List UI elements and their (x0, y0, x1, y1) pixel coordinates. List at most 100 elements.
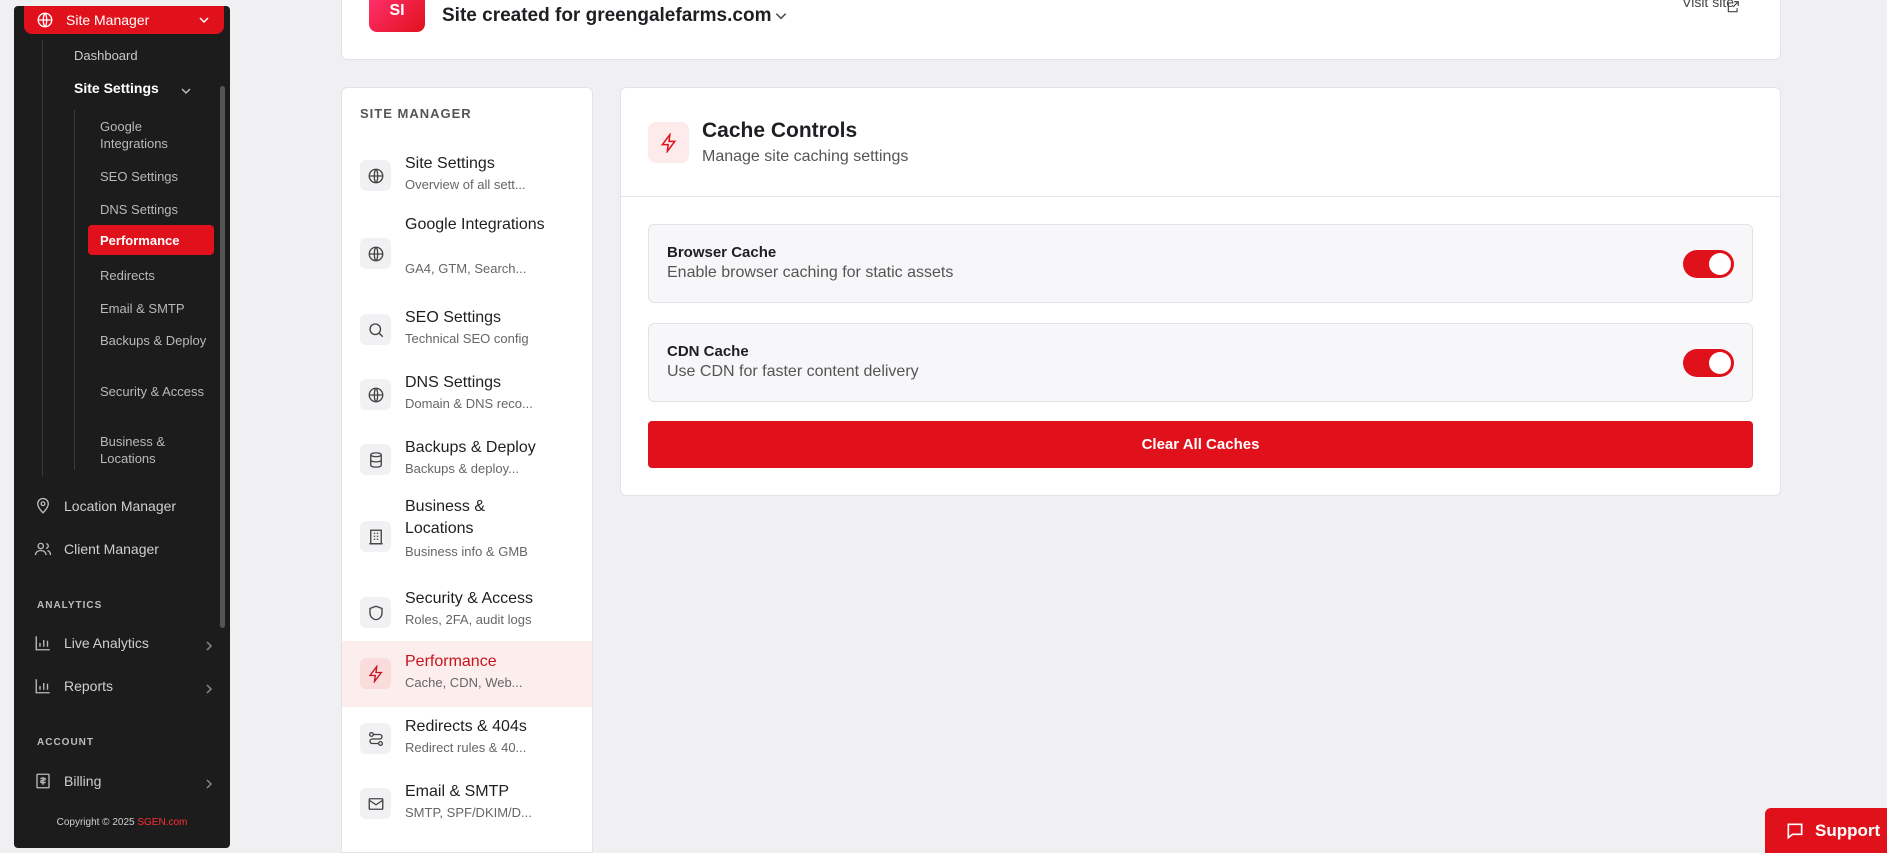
sidebar-item-site-settings[interactable]: Site Settings (74, 80, 159, 96)
nav-item-google-integrations[interactable]: Google Integrations GA4, GTM, Search... (342, 210, 592, 298)
nav-item-subtitle: Domain & DNS reco... (405, 396, 533, 411)
nav-item-dns-settings[interactable]: DNS Settings Domain & DNS reco... (342, 362, 592, 428)
sidebar-subitem-backups-deploy[interactable]: Backups & Deploy (100, 332, 212, 349)
tree-line (74, 110, 75, 470)
sidebar-subitem-performance[interactable]: Performance (88, 225, 214, 255)
nav-item-subtitle: Redirect rules & 40... (405, 740, 527, 755)
mail-icon (360, 788, 391, 819)
external-link-icon[interactable] (1726, 0, 1740, 14)
nav-item-seo-settings[interactable]: SEO Settings Technical SEO config (342, 298, 592, 362)
site-avatar: SI (369, 0, 425, 32)
shield-icon (360, 597, 391, 628)
bar-chart-icon (34, 634, 52, 652)
cdn-cache-toggle[interactable] (1683, 349, 1734, 377)
cdn-cache-setting: CDN Cache Use CDN for faster content del… (648, 323, 1753, 402)
sidebar-item-label: Client Manager (64, 541, 159, 557)
toggle-knob (1709, 352, 1731, 374)
sidebar-item-label: Reports (64, 678, 114, 694)
nav-item-subtitle: Cache, CDN, Web... (405, 675, 523, 690)
sidebar-subitem-security-access[interactable]: Security & Access (100, 383, 212, 400)
toggle-knob (1709, 253, 1731, 275)
nav-item-subtitle: Backups & deploy... (405, 461, 519, 476)
sidebar-item-reports[interactable]: Reports (34, 677, 214, 695)
globe-icon (360, 160, 391, 191)
sidebar-subitem-google-integrations[interactable]: Google Integrations (100, 118, 212, 152)
map-pin-icon (34, 497, 52, 515)
card-title: Cache Controls (702, 119, 858, 142)
chevron-right-icon (204, 776, 214, 789)
card-subtitle: Manage site caching settings (702, 148, 909, 165)
sidebar-item-dashboard[interactable]: Dashboard (74, 48, 138, 63)
nav-item-subtitle: Technical SEO config (405, 331, 529, 346)
nav-item-business-locations[interactable]: Business & Locations Business info & GMB (342, 492, 592, 580)
nav-item-subtitle: Roles, 2FA, audit logs (405, 612, 532, 627)
sidebar-subitem-business-locations[interactable]: Business & Locations (100, 433, 212, 467)
nav-item-site-settings[interactable]: Site Settings Overview of all sett... (342, 144, 592, 210)
sidebar-item-label: Site Manager (66, 12, 150, 28)
chevron-right-icon (204, 638, 214, 651)
lightning-icon (360, 658, 391, 689)
sidebar-item-site-manager[interactable]: Site Manager (24, 6, 224, 34)
sidebar-section-heading: ANALYTICS (37, 600, 103, 611)
nav-item-redirects[interactable]: Redirects & 404s Redirect rules & 40... (342, 707, 592, 771)
users-icon (34, 540, 52, 558)
site-header-card: SI Site created for greengalefarms.com V… (341, 0, 1781, 60)
chevron-right-icon (204, 681, 214, 694)
brand-link[interactable]: SGEN.com (137, 817, 187, 828)
nav-item-title: Redirects & 404s (405, 718, 527, 735)
nav-item-backups-deploy[interactable]: Backups & Deploy Backups & deploy... (342, 428, 592, 492)
nav-item-title: Site Settings (405, 155, 495, 172)
browser-cache-toggle[interactable] (1683, 250, 1734, 278)
nav-item-subtitle: SMTP, SPF/DKIM/D... (405, 805, 532, 820)
sidebar-subitem-email-smtp[interactable]: Email & SMTP (100, 300, 212, 317)
nav-item-title: Backups & Deploy (405, 439, 536, 456)
nav-item-title: Business & Locations (405, 498, 486, 537)
clear-all-caches-button[interactable]: Clear All Caches (648, 421, 1753, 468)
nav-item-security-access[interactable]: Security & Access Roles, 2FA, audit logs (342, 580, 592, 644)
nav-item-title: Google Integrations (405, 216, 545, 233)
site-name[interactable]: Site created for greengalefarms.com (442, 5, 771, 27)
sidebar-item-label: Live Analytics (64, 635, 149, 651)
support-label: Support (1815, 820, 1881, 840)
nav-item-title: Performance (405, 653, 497, 670)
sidebar-subitem-dns-settings[interactable]: DNS Settings (100, 201, 212, 218)
support-button[interactable]: Support (1765, 808, 1887, 853)
nav-item-subtitle: Business info & GMB (405, 544, 528, 559)
chevron-down-icon (198, 13, 210, 25)
route-icon (360, 723, 391, 754)
sidebar-subitem-redirects[interactable]: Redirects (100, 267, 212, 284)
nav-item-performance[interactable]: Performance Cache, CDN, Web... (342, 641, 592, 707)
sidebar-item-location-manager[interactable]: Location Manager (34, 497, 214, 515)
sidebar-item-billing[interactable]: Billing (34, 772, 214, 790)
sidebar: Site Manager Dashboard Site Settings Goo… (14, 6, 230, 848)
setting-description: Enable browser caching for static assets (667, 264, 954, 281)
setting-description: Use CDN for faster content delivery (667, 363, 919, 380)
sidebar-item-label: Billing (64, 773, 102, 789)
sidebar-item-label: Location Manager (64, 498, 177, 514)
sidebar-item-live-analytics[interactable]: Live Analytics (34, 634, 214, 652)
copyright: Copyright © 2025 SGEN.com (14, 817, 230, 828)
sidebar-scrollbar[interactable] (220, 86, 225, 628)
sidebar-section-heading: ACCOUNT (37, 737, 94, 748)
globe-icon (360, 238, 391, 269)
site-manager-nav: SITE MANAGER Site Settings Overview of a… (341, 87, 593, 853)
globe-icon (360, 379, 391, 410)
globe-icon (36, 11, 54, 29)
search-icon (360, 314, 391, 345)
copyright-text: Copyright © 2025 (56, 817, 135, 828)
setting-title: Browser Cache (667, 244, 777, 261)
sidebar-subitem-seo-settings[interactable]: SEO Settings (100, 168, 212, 185)
tree-line (42, 40, 43, 476)
nav-item-subtitle: GA4, GTM, Search... (405, 261, 527, 276)
nav-panel-title: SITE MANAGER (360, 106, 472, 121)
nav-item-subtitle: Overview of all sett... (405, 177, 526, 192)
card-header: Cache Controls Manage site caching setti… (621, 88, 1780, 197)
building-icon (360, 521, 391, 552)
sidebar-item-client-manager[interactable]: Client Manager (34, 540, 214, 558)
browser-cache-setting: Browser Cache Enable browser caching for… (648, 224, 1753, 303)
chevron-down-icon[interactable] (774, 9, 788, 23)
nav-item-email-smtp[interactable]: Email & SMTP SMTP, SPF/DKIM/D... (342, 771, 592, 837)
nav-item-title: DNS Settings (405, 374, 502, 391)
nav-item-title: SEO Settings (405, 309, 502, 326)
database-icon (360, 444, 391, 475)
